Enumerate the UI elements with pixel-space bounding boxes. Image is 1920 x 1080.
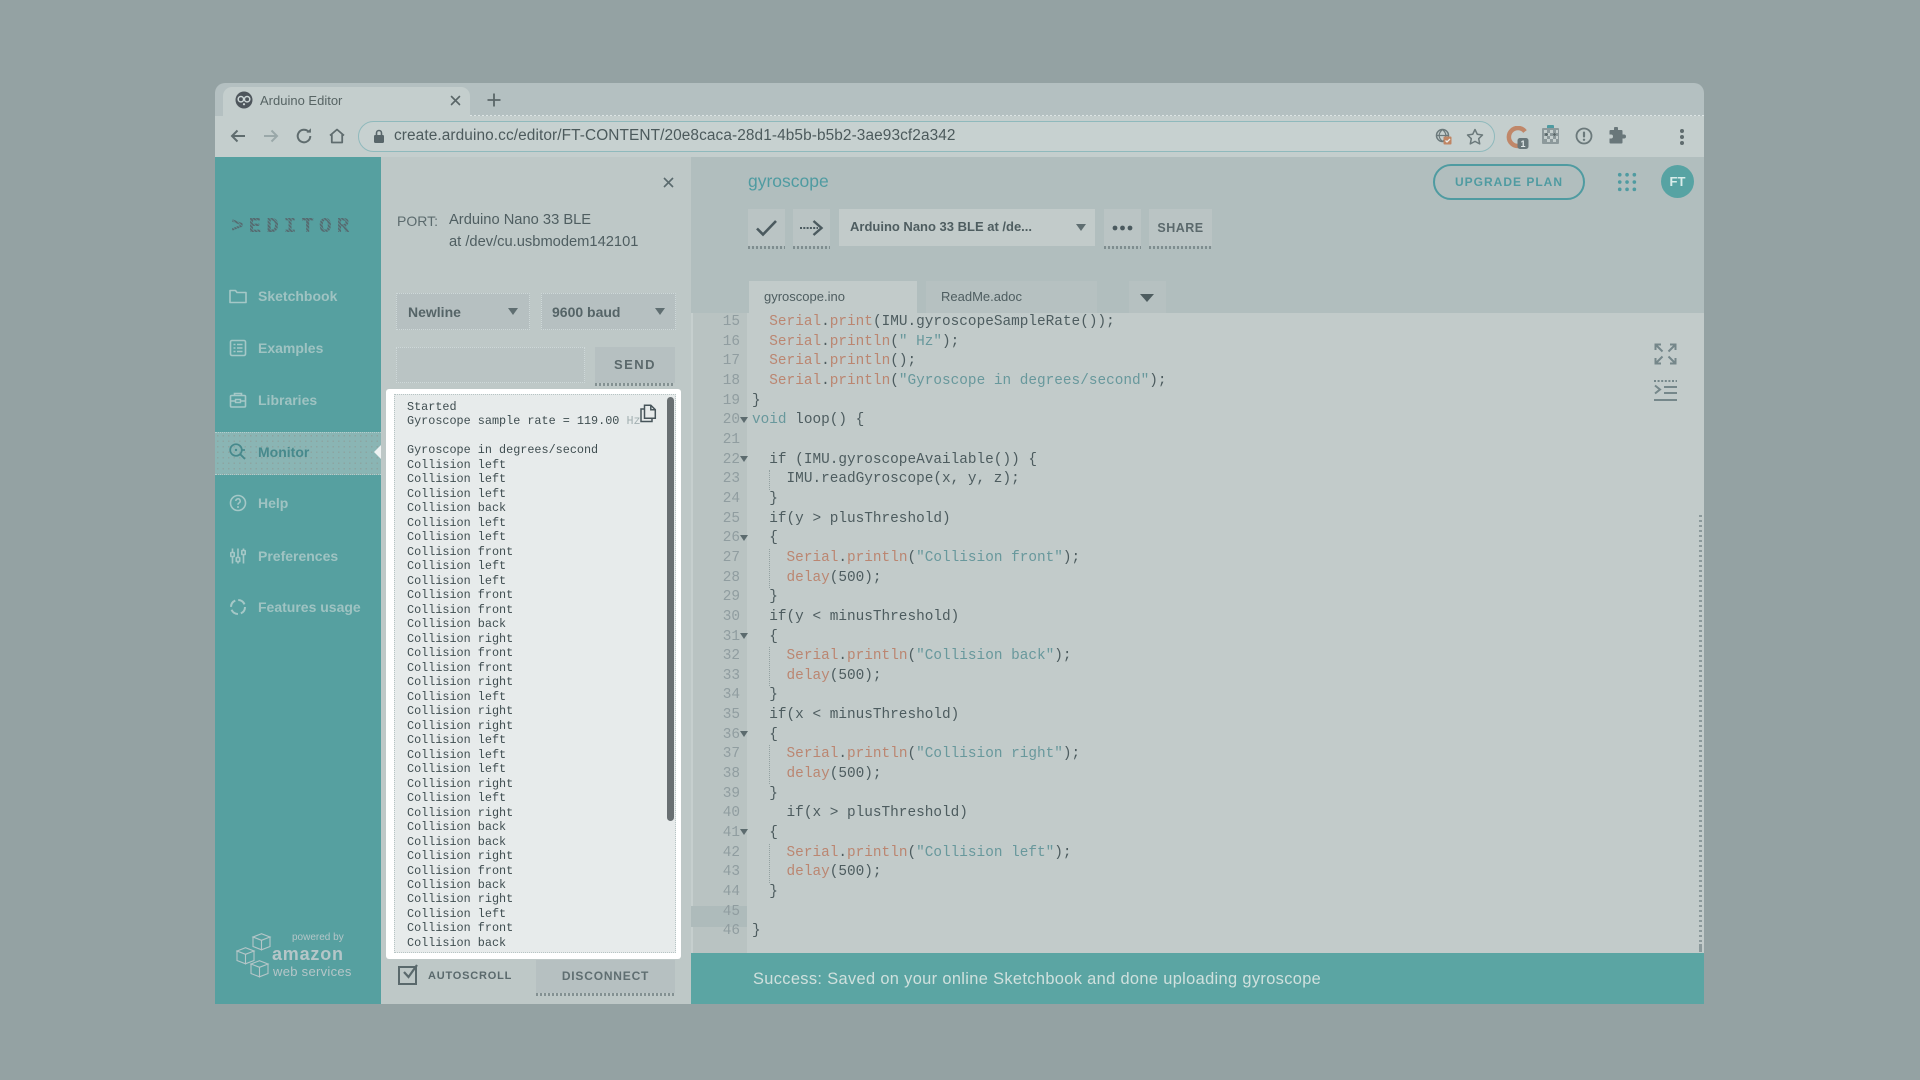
svg-text:1: 1 <box>1520 139 1525 149</box>
